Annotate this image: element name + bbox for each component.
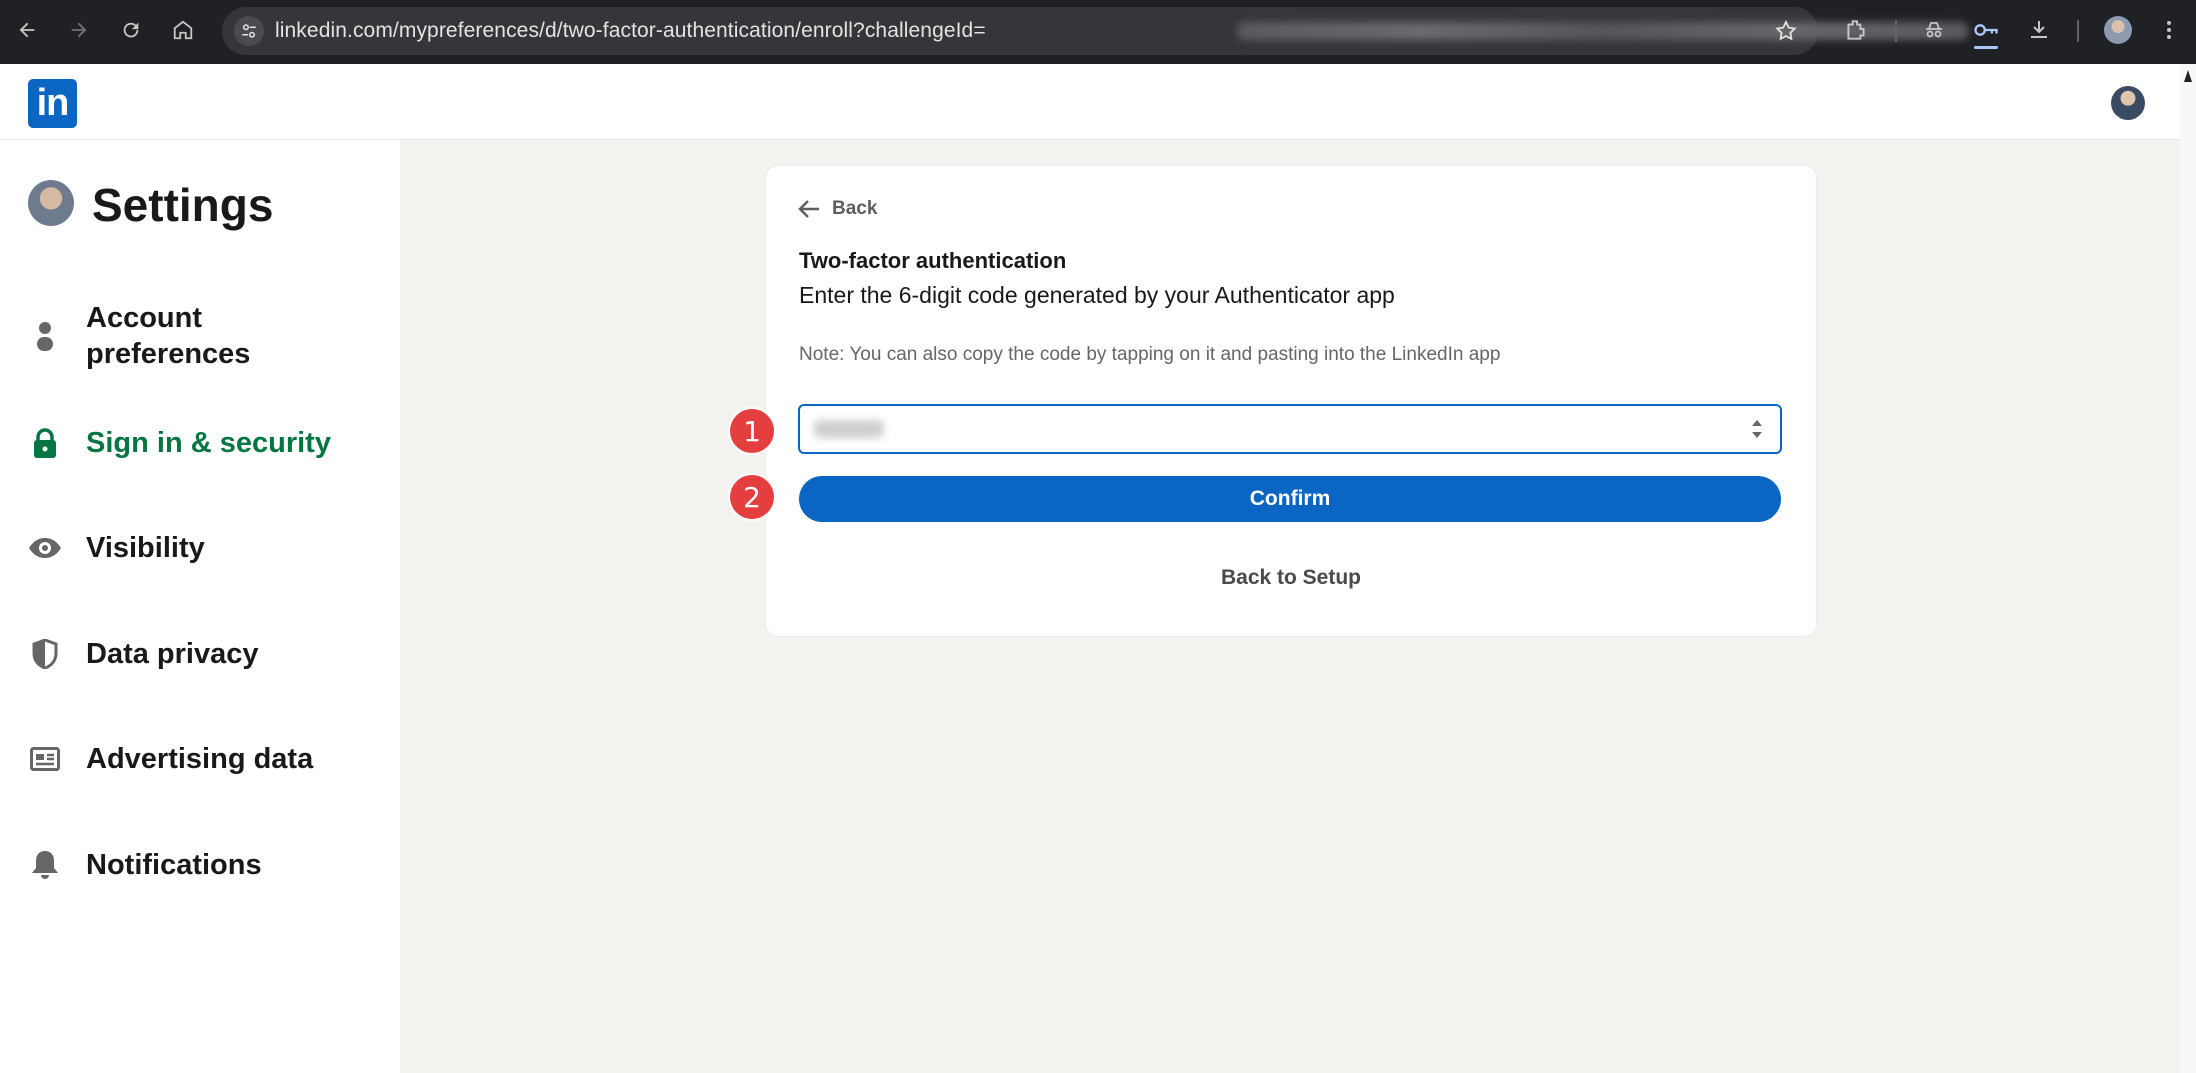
toolbar-divider (1895, 20, 1897, 42)
sidebar-item-label: Visibility (86, 532, 205, 564)
scroll-up-arrow-icon[interactable] (2184, 70, 2192, 82)
card-note: Note: You can also copy the code by tapp… (799, 344, 1501, 365)
profile-avatar[interactable] (2104, 16, 2132, 44)
verification-code-input[interactable] (798, 404, 1782, 454)
back-to-setup-button[interactable]: Back to Setup (766, 566, 1816, 590)
sidebar-item-advertising-data[interactable]: Advertising data (28, 741, 388, 777)
back-link[interactable]: Back (798, 198, 877, 220)
header-avatar[interactable] (2111, 86, 2145, 120)
sidebar-item-data-privacy[interactable]: Data privacy (28, 636, 388, 672)
shield-icon (28, 637, 62, 671)
settings-avatar (28, 180, 74, 226)
page-title: Settings (92, 179, 274, 231)
extensions-icon[interactable] (1840, 14, 1872, 46)
toolbar-divider (2077, 20, 2079, 42)
eye-icon (28, 531, 62, 565)
back-label: Back (832, 198, 878, 219)
confirm-button[interactable]: Confirm (799, 476, 1781, 522)
sidebar-item-sign-in-security[interactable]: Sign in & security (28, 425, 388, 461)
home-icon[interactable] (166, 13, 200, 47)
step-marker-2: 2 (730, 475, 774, 519)
person-icon (28, 319, 62, 353)
card-subtitle: Enter the 6-digit code generated by your… (799, 282, 1395, 308)
bell-icon (28, 848, 62, 882)
browser-toolbar: linkedin.com/mypreferences/d/two-factor-… (0, 0, 2196, 64)
reload-icon[interactable] (114, 13, 148, 47)
sidebar-item-account-preferences[interactable]: Account preferences (28, 300, 388, 372)
sidebar-item-label: Account preferences (86, 302, 251, 370)
sidebar-item-label: Notifications (86, 849, 262, 881)
incognito-icon[interactable] (1918, 14, 1950, 46)
forward-arrow-icon[interactable] (62, 13, 96, 47)
password-key-icon[interactable] (1970, 14, 2002, 49)
settings-sidebar: Settings Account preferences Sign in & s… (0, 140, 400, 1073)
arrow-left-icon (798, 200, 819, 218)
two-factor-card: Back Two-factor authentication Enter the… (766, 166, 1816, 636)
page-scrollbar[interactable] (2180, 64, 2196, 1073)
site-settings-icon[interactable] (234, 16, 264, 46)
sidebar-item-notifications[interactable]: Notifications (28, 847, 388, 883)
bookmark-star-icon[interactable] (1772, 17, 1800, 45)
sidebar-item-visibility[interactable]: Visibility (28, 530, 388, 566)
sidebar-item-label: Advertising data (86, 743, 314, 775)
linkedin-header: in (0, 64, 2180, 140)
newspaper-icon (28, 742, 62, 776)
back-arrow-icon[interactable] (10, 13, 44, 47)
more-vert-icon[interactable] (2153, 14, 2185, 46)
card-title: Two-factor authentication (799, 248, 1067, 273)
sidebar-item-label: Sign in & security (86, 427, 331, 459)
sidebar-item-label: Data privacy (86, 638, 259, 670)
code-redacted-blur (814, 420, 884, 438)
number-spinner-icon[interactable] (1750, 417, 1764, 441)
step-marker-1: 1 (730, 409, 774, 453)
lock-icon (28, 426, 62, 460)
download-icon[interactable] (2023, 14, 2055, 46)
linkedin-logo[interactable]: in (28, 79, 77, 128)
address-bar[interactable]: linkedin.com/mypreferences/d/two-factor-… (222, 7, 1968, 55)
url-text: linkedin.com/mypreferences/d/two-factor-… (275, 19, 986, 42)
